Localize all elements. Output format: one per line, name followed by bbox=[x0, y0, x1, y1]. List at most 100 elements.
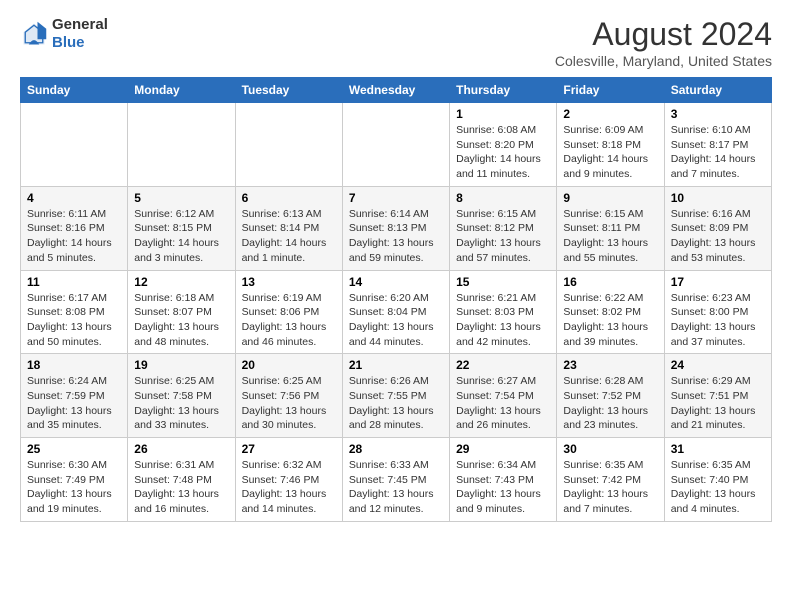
week-row-5: 25 Sunrise: 6:30 AM Sunset: 7:49 PM Dayl… bbox=[21, 438, 772, 522]
day-number: 13 bbox=[242, 275, 336, 289]
sunrise-text: Sunrise: 6:29 AM bbox=[671, 375, 751, 387]
day-cell: 14 Sunrise: 6:20 AM Sunset: 8:04 PM Dayl… bbox=[342, 270, 449, 354]
day-cell: 29 Sunrise: 6:34 AM Sunset: 7:43 PM Dayl… bbox=[450, 438, 557, 522]
daylight-text: Daylight: 13 hours and 12 minutes. bbox=[349, 488, 434, 515]
day-number: 21 bbox=[349, 358, 443, 372]
day-info: Sunrise: 6:21 AM Sunset: 8:03 PM Dayligh… bbox=[456, 291, 550, 350]
daylight-text: Daylight: 13 hours and 28 minutes. bbox=[349, 405, 434, 432]
sunrise-text: Sunrise: 6:23 AM bbox=[671, 292, 751, 304]
day-number: 26 bbox=[134, 442, 228, 456]
sunset-text: Sunset: 7:59 PM bbox=[27, 390, 105, 402]
day-number: 5 bbox=[134, 191, 228, 205]
sunset-text: Sunset: 7:45 PM bbox=[349, 474, 427, 486]
day-cell bbox=[235, 103, 342, 187]
sunrise-text: Sunrise: 6:25 AM bbox=[242, 375, 322, 387]
day-number: 22 bbox=[456, 358, 550, 372]
weekday-header-row: SundayMondayTuesdayWednesdayThursdayFrid… bbox=[21, 78, 772, 103]
weekday-header-thursday: Thursday bbox=[450, 78, 557, 103]
day-cell: 5 Sunrise: 6:12 AM Sunset: 8:15 PM Dayli… bbox=[128, 186, 235, 270]
daylight-text: Daylight: 13 hours and 14 minutes. bbox=[242, 488, 327, 515]
sunrise-text: Sunrise: 6:16 AM bbox=[671, 208, 751, 220]
daylight-text: Daylight: 14 hours and 5 minutes. bbox=[27, 237, 112, 264]
day-cell: 30 Sunrise: 6:35 AM Sunset: 7:42 PM Dayl… bbox=[557, 438, 664, 522]
month-title: August 2024 bbox=[555, 16, 772, 53]
day-number: 8 bbox=[456, 191, 550, 205]
sunrise-text: Sunrise: 6:25 AM bbox=[134, 375, 214, 387]
logo-text: General Blue bbox=[52, 16, 108, 52]
day-info: Sunrise: 6:08 AM Sunset: 8:20 PM Dayligh… bbox=[456, 123, 550, 182]
daylight-text: Daylight: 14 hours and 7 minutes. bbox=[671, 153, 756, 180]
day-cell: 21 Sunrise: 6:26 AM Sunset: 7:55 PM Dayl… bbox=[342, 354, 449, 438]
day-info: Sunrise: 6:26 AM Sunset: 7:55 PM Dayligh… bbox=[349, 374, 443, 433]
daylight-text: Daylight: 13 hours and 48 minutes. bbox=[134, 321, 219, 348]
day-number: 19 bbox=[134, 358, 228, 372]
daylight-text: Daylight: 13 hours and 19 minutes. bbox=[27, 488, 112, 515]
day-cell: 28 Sunrise: 6:33 AM Sunset: 7:45 PM Dayl… bbox=[342, 438, 449, 522]
sunset-text: Sunset: 8:17 PM bbox=[671, 139, 749, 151]
calendar-table: SundayMondayTuesdayWednesdayThursdayFrid… bbox=[20, 77, 772, 522]
sunset-text: Sunset: 8:09 PM bbox=[671, 222, 749, 234]
week-row-1: 1 Sunrise: 6:08 AM Sunset: 8:20 PM Dayli… bbox=[21, 103, 772, 187]
daylight-text: Daylight: 13 hours and 59 minutes. bbox=[349, 237, 434, 264]
day-cell: 7 Sunrise: 6:14 AM Sunset: 8:13 PM Dayli… bbox=[342, 186, 449, 270]
daylight-text: Daylight: 13 hours and 30 minutes. bbox=[242, 405, 327, 432]
sunrise-text: Sunrise: 6:22 AM bbox=[563, 292, 643, 304]
day-cell bbox=[21, 103, 128, 187]
sunset-text: Sunset: 8:16 PM bbox=[27, 222, 105, 234]
daylight-text: Daylight: 14 hours and 9 minutes. bbox=[563, 153, 648, 180]
day-info: Sunrise: 6:15 AM Sunset: 8:11 PM Dayligh… bbox=[563, 207, 657, 266]
day-info: Sunrise: 6:30 AM Sunset: 7:49 PM Dayligh… bbox=[27, 458, 121, 517]
sunset-text: Sunset: 7:52 PM bbox=[563, 390, 641, 402]
day-cell: 27 Sunrise: 6:32 AM Sunset: 7:46 PM Dayl… bbox=[235, 438, 342, 522]
sunrise-text: Sunrise: 6:27 AM bbox=[456, 375, 536, 387]
sunrise-text: Sunrise: 6:13 AM bbox=[242, 208, 322, 220]
day-info: Sunrise: 6:11 AM Sunset: 8:16 PM Dayligh… bbox=[27, 207, 121, 266]
day-info: Sunrise: 6:28 AM Sunset: 7:52 PM Dayligh… bbox=[563, 374, 657, 433]
day-info: Sunrise: 6:20 AM Sunset: 8:04 PM Dayligh… bbox=[349, 291, 443, 350]
day-number: 4 bbox=[27, 191, 121, 205]
daylight-text: Daylight: 13 hours and 21 minutes. bbox=[671, 405, 756, 432]
daylight-text: Daylight: 14 hours and 3 minutes. bbox=[134, 237, 219, 264]
daylight-text: Daylight: 13 hours and 44 minutes. bbox=[349, 321, 434, 348]
sunset-text: Sunset: 7:55 PM bbox=[349, 390, 427, 402]
daylight-text: Daylight: 13 hours and 35 minutes. bbox=[27, 405, 112, 432]
day-number: 2 bbox=[563, 107, 657, 121]
day-number: 7 bbox=[349, 191, 443, 205]
day-cell: 18 Sunrise: 6:24 AM Sunset: 7:59 PM Dayl… bbox=[21, 354, 128, 438]
sunset-text: Sunset: 7:43 PM bbox=[456, 474, 534, 486]
sunrise-text: Sunrise: 6:08 AM bbox=[456, 124, 536, 136]
sunset-text: Sunset: 8:15 PM bbox=[134, 222, 212, 234]
day-number: 29 bbox=[456, 442, 550, 456]
sunset-text: Sunset: 8:20 PM bbox=[456, 139, 534, 151]
sunrise-text: Sunrise: 6:10 AM bbox=[671, 124, 751, 136]
day-info: Sunrise: 6:19 AM Sunset: 8:06 PM Dayligh… bbox=[242, 291, 336, 350]
sunset-text: Sunset: 8:06 PM bbox=[242, 306, 320, 318]
sunrise-text: Sunrise: 6:21 AM bbox=[456, 292, 536, 304]
sunset-text: Sunset: 8:13 PM bbox=[349, 222, 427, 234]
day-number: 27 bbox=[242, 442, 336, 456]
sunset-text: Sunset: 7:48 PM bbox=[134, 474, 212, 486]
day-cell: 8 Sunrise: 6:15 AM Sunset: 8:12 PM Dayli… bbox=[450, 186, 557, 270]
sunset-text: Sunset: 7:56 PM bbox=[242, 390, 320, 402]
sunset-text: Sunset: 7:49 PM bbox=[27, 474, 105, 486]
sunrise-text: Sunrise: 6:34 AM bbox=[456, 459, 536, 471]
day-info: Sunrise: 6:09 AM Sunset: 8:18 PM Dayligh… bbox=[563, 123, 657, 182]
day-info: Sunrise: 6:18 AM Sunset: 8:07 PM Dayligh… bbox=[134, 291, 228, 350]
sunset-text: Sunset: 8:02 PM bbox=[563, 306, 641, 318]
day-cell: 22 Sunrise: 6:27 AM Sunset: 7:54 PM Dayl… bbox=[450, 354, 557, 438]
daylight-text: Daylight: 14 hours and 11 minutes. bbox=[456, 153, 541, 180]
day-info: Sunrise: 6:24 AM Sunset: 7:59 PM Dayligh… bbox=[27, 374, 121, 433]
day-number: 23 bbox=[563, 358, 657, 372]
day-number: 14 bbox=[349, 275, 443, 289]
daylight-text: Daylight: 13 hours and 16 minutes. bbox=[134, 488, 219, 515]
sunset-text: Sunset: 8:11 PM bbox=[563, 222, 640, 234]
day-info: Sunrise: 6:14 AM Sunset: 8:13 PM Dayligh… bbox=[349, 207, 443, 266]
day-info: Sunrise: 6:31 AM Sunset: 7:48 PM Dayligh… bbox=[134, 458, 228, 517]
daylight-text: Daylight: 14 hours and 1 minute. bbox=[242, 237, 327, 264]
day-info: Sunrise: 6:25 AM Sunset: 7:56 PM Dayligh… bbox=[242, 374, 336, 433]
day-info: Sunrise: 6:35 AM Sunset: 7:40 PM Dayligh… bbox=[671, 458, 765, 517]
day-info: Sunrise: 6:23 AM Sunset: 8:00 PM Dayligh… bbox=[671, 291, 765, 350]
daylight-text: Daylight: 13 hours and 7 minutes. bbox=[563, 488, 648, 515]
day-number: 9 bbox=[563, 191, 657, 205]
sunrise-text: Sunrise: 6:33 AM bbox=[349, 459, 429, 471]
